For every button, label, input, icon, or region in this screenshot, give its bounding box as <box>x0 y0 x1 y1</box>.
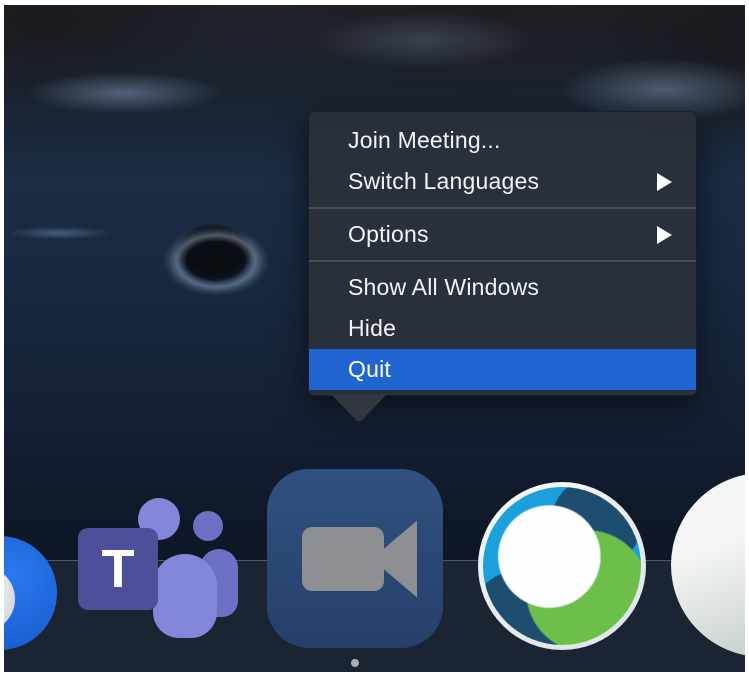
submenu-arrow-icon <box>657 172 672 191</box>
screenshot-frame: T Join Meeting... Switch Languages Optio… <box>0 0 749 680</box>
webex-globe-icon <box>483 487 641 645</box>
menu-item-label: Show All Windows <box>348 274 540 300</box>
desktop: T Join Meeting... Switch Languages Optio… <box>4 5 745 672</box>
zoom-app-icon[interactable] <box>267 469 443 648</box>
person-big-body-icon <box>153 554 217 638</box>
menu-item-label: Quit <box>348 356 391 382</box>
video-camera-lens-icon <box>383 520 417 598</box>
menu-item-label: Hide <box>348 315 397 341</box>
running-indicator-dot <box>351 659 359 667</box>
person-small-head-icon <box>193 511 223 541</box>
menu-separator <box>309 207 696 209</box>
dock-context-menu: Join Meeting... Switch Languages Options… <box>308 111 697 421</box>
menu-item-show-all-windows[interactable]: Show All Windows <box>309 267 696 308</box>
menu-item-switch-languages[interactable]: Switch Languages <box>309 161 696 202</box>
menu-item-label: Switch Languages <box>348 168 540 194</box>
menu-item-options[interactable]: Options <box>309 214 696 255</box>
teams-t-badge: T <box>78 528 158 610</box>
menu-item-label: Options <box>348 221 429 247</box>
video-camera-icon <box>302 527 384 591</box>
menu-item-quit[interactable]: Quit <box>309 349 696 390</box>
submenu-arrow-icon <box>657 225 672 244</box>
menu-separator <box>309 260 696 262</box>
partial-app-inner-shape <box>4 566 15 632</box>
webex-app-icon[interactable] <box>478 482 646 650</box>
teams-letter: T <box>101 539 135 599</box>
menu-item-hide[interactable]: Hide <box>309 308 696 349</box>
menu-item-join-meeting[interactable]: Join Meeting... <box>309 120 696 161</box>
menu-item-label: Join Meeting... <box>348 127 501 153</box>
teams-app-icon[interactable]: T <box>74 495 246 657</box>
